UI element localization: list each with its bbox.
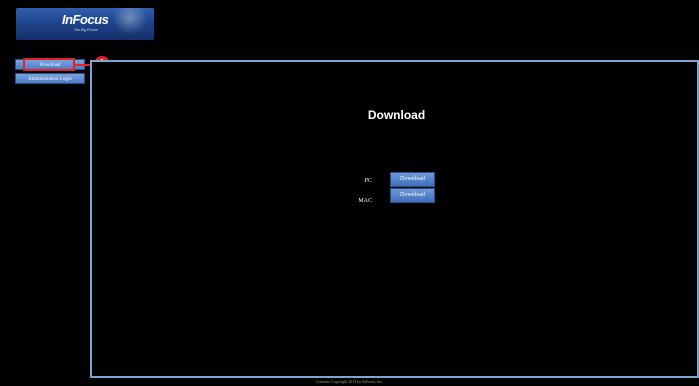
page: InFocus The Big Picture Download Adminis… bbox=[0, 0, 699, 386]
highlight-box bbox=[23, 58, 75, 71]
infocus-logo: InFocus The Big Picture bbox=[16, 8, 154, 40]
page-title: Download bbox=[367, 108, 426, 122]
main-panel: Download PC Download MAC Download bbox=[90, 60, 699, 378]
pc-download-button[interactable]: Download bbox=[390, 172, 435, 187]
download-row-mac: MAC Download bbox=[92, 188, 699, 208]
pc-label: PC bbox=[364, 178, 372, 184]
download-row-pc: PC Download bbox=[92, 172, 699, 188]
mac-label: MAC bbox=[358, 198, 372, 204]
mac-download-button[interactable]: Download bbox=[390, 188, 435, 203]
logo-text: InFocus bbox=[62, 12, 109, 27]
logo-tagline: The Big Picture bbox=[74, 28, 98, 32]
sidebar-item-administration-login[interactable]: Administration Login bbox=[15, 73, 85, 84]
footer-copyright: Contents Copyright 2013 by InFocus, Inc. bbox=[315, 379, 384, 384]
